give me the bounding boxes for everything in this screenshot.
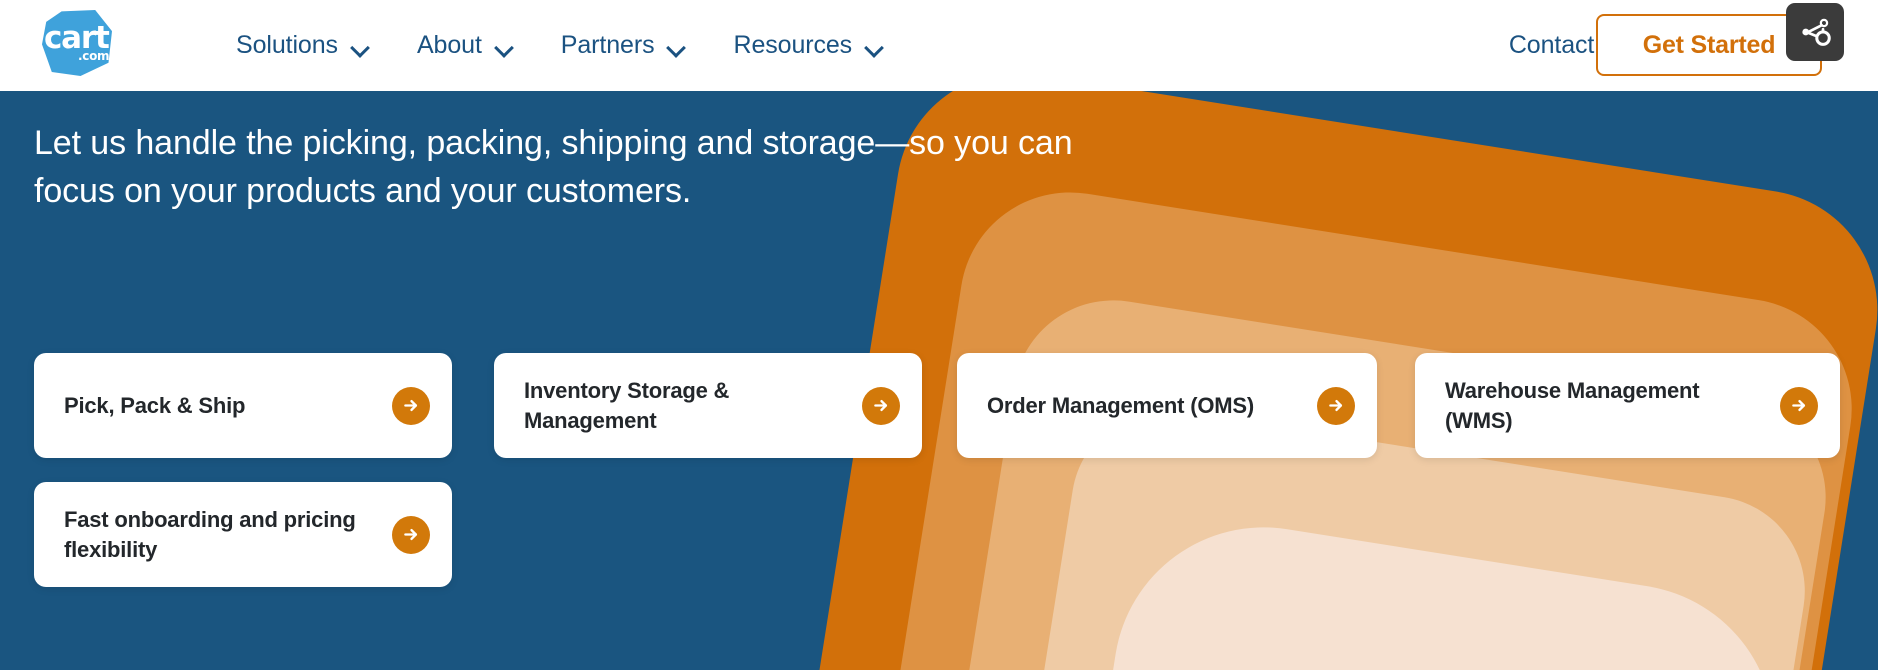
hero-card-inventory-storage-management[interactable]: Inventory Storage & Management <box>494 353 922 458</box>
arrow-right-icon[interactable] <box>1317 386 1355 425</box>
nav-item-label: Partners <box>560 31 655 59</box>
page-root: cart .com Solutions About Partners Resou… <box>0 0 1878 670</box>
hero-card-label: Order Management (OMS) <box>987 392 1254 418</box>
site-header: cart .com Solutions About Partners Resou… <box>0 0 1878 91</box>
arrow-right-icon[interactable] <box>392 386 430 425</box>
nav-item-label: Solutions <box>236 31 338 59</box>
arrow-right-icon[interactable] <box>862 386 900 425</box>
hero-card-pick-pack-ship[interactable]: Pick, Pack & Ship <box>34 353 452 458</box>
nav-item-label: Resources <box>733 31 853 59</box>
hero-section: Let us handle the picking, packing, ship… <box>0 91 1878 670</box>
chevron-down-icon <box>866 41 883 51</box>
nav-item-label: About <box>416 31 482 59</box>
hero-card-label: Fast onboarding and pricing flexibility <box>64 507 356 562</box>
get-started-cta-group: Get Started <box>1596 3 1844 76</box>
nav-item-resources[interactable]: Resources <box>733 31 883 60</box>
nav-item-about[interactable]: About <box>417 31 513 60</box>
hero-card-fast-onboarding-pricing-flexibility[interactable]: Fast onboarding and pricing flexibility <box>34 482 452 587</box>
arrow-right-icon[interactable] <box>392 515 430 554</box>
hero-card-label: Warehouse Management (WMS) <box>1445 378 1700 433</box>
nav-item-solutions[interactable]: Solutions <box>236 31 369 60</box>
hero-card-order-management-oms[interactable]: Order Management (OMS) <box>957 353 1377 458</box>
hero-card-label: Inventory Storage & Management <box>524 378 730 433</box>
chevron-down-icon <box>668 41 685 51</box>
nav-item-partners[interactable]: Partners <box>561 31 686 60</box>
hero-card-label: Pick, Pack & Ship <box>64 392 246 418</box>
arrow-right-icon[interactable] <box>1780 386 1818 425</box>
logo-dotcom-suffix: .com <box>78 49 110 63</box>
hubspot-sprocket-icon[interactable] <box>1786 3 1844 61</box>
primary-navigation: Solutions About Partners Resources <box>236 0 883 91</box>
hero-card-list: Pick, Pack & Ship Inventory Storage & Ma… <box>0 91 1878 670</box>
cart-com-logo[interactable]: cart .com <box>38 6 118 80</box>
hero-card-warehouse-management-wms[interactable]: Warehouse Management (WMS) <box>1415 353 1840 458</box>
chevron-down-icon <box>496 41 513 51</box>
chevron-down-icon <box>352 41 369 51</box>
